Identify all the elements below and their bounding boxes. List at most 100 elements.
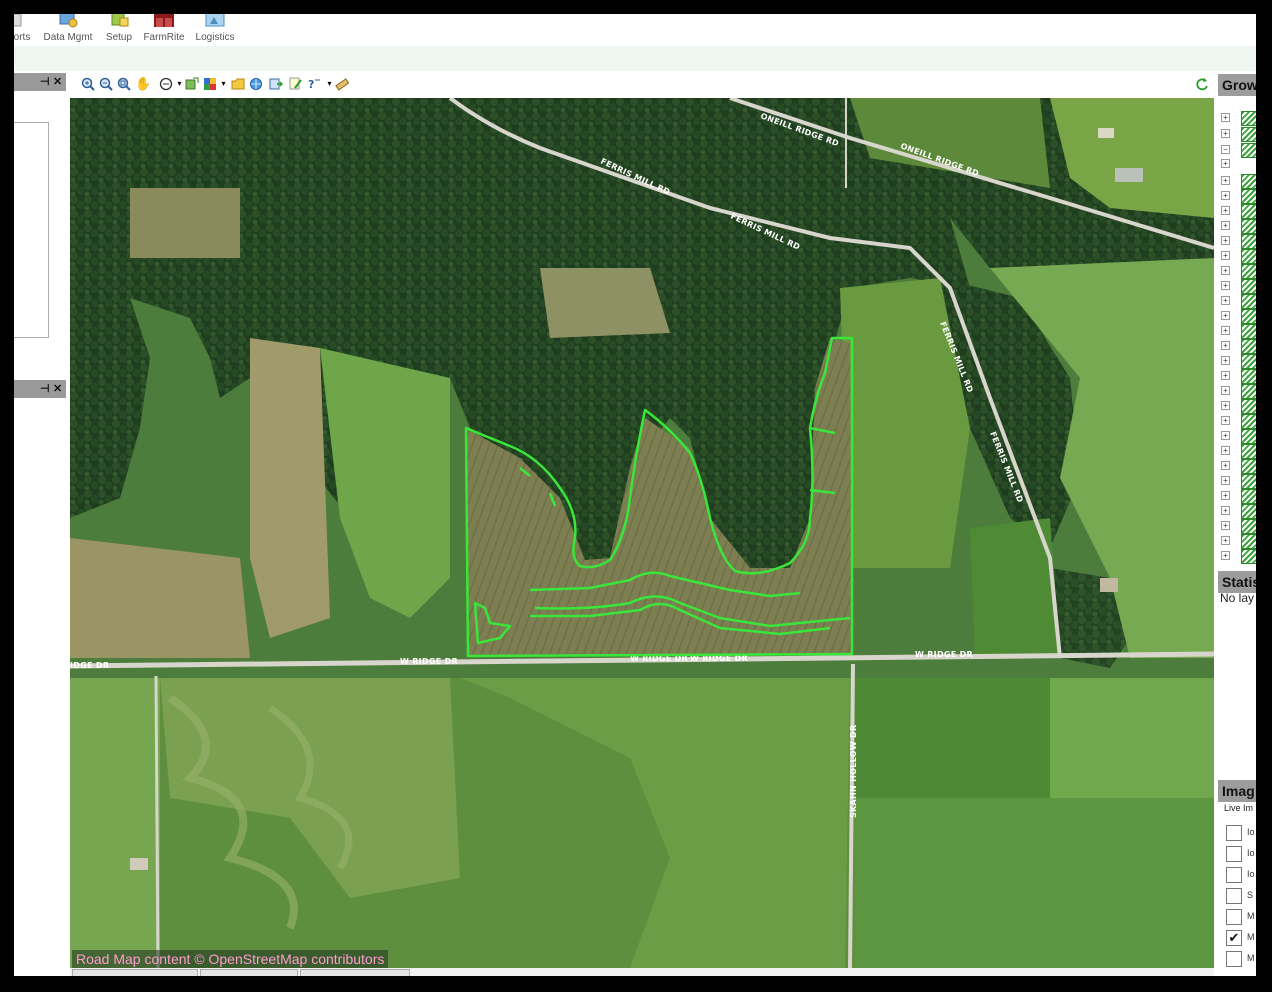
ribbon-farmrite-button[interactable]: FarmRite bbox=[142, 14, 186, 46]
globe-icon[interactable] bbox=[248, 76, 263, 91]
tree-row[interactable]: + bbox=[1221, 174, 1256, 189]
ribbon-data-mgmt-button[interactable]: Data Mgmt bbox=[40, 14, 96, 46]
tree-row[interactable]: − bbox=[1221, 143, 1256, 158]
imagery-layer-checkbox[interactable] bbox=[1226, 909, 1242, 925]
tree-row[interactable]: + bbox=[1221, 339, 1256, 354]
pin-icon[interactable]: ⊣ bbox=[40, 382, 50, 395]
tree-row[interactable]: + bbox=[1221, 534, 1256, 549]
bottom-tab[interactable] bbox=[72, 969, 198, 976]
expand-icon[interactable]: + bbox=[1221, 476, 1230, 485]
zoom-extent-icon[interactable] bbox=[116, 76, 131, 91]
export-icon[interactable] bbox=[268, 76, 283, 91]
expand-icon[interactable]: + bbox=[1221, 431, 1230, 440]
ribbon-logistics-button[interactable]: Logistics bbox=[192, 14, 238, 46]
tree-row[interactable]: + bbox=[1221, 414, 1256, 429]
growers-panel-header[interactable]: Grow bbox=[1218, 74, 1256, 96]
edit-icon[interactable] bbox=[288, 76, 303, 91]
tree-row[interactable]: + bbox=[1221, 157, 1256, 171]
imagery-layer-checkbox[interactable] bbox=[1226, 846, 1242, 862]
tree-row[interactable]: + bbox=[1221, 549, 1256, 564]
expand-icon[interactable]: + bbox=[1221, 251, 1230, 260]
tree-row[interactable]: + bbox=[1221, 204, 1256, 219]
expand-icon[interactable]: + bbox=[1221, 176, 1230, 185]
bottom-tab[interactable] bbox=[300, 969, 410, 976]
status-panel-header[interactable]: Statis bbox=[1218, 571, 1256, 593]
expand-icon[interactable]: + bbox=[1221, 296, 1230, 305]
open-folder-icon[interactable] bbox=[230, 76, 245, 91]
tree-row[interactable]: + bbox=[1221, 189, 1256, 204]
expand-icon[interactable]: + bbox=[1221, 446, 1230, 455]
expand-icon[interactable]: + bbox=[1221, 401, 1230, 410]
imagery-layer-checkbox[interactable] bbox=[1226, 825, 1242, 841]
close-icon[interactable]: ✕ bbox=[53, 382, 62, 395]
tree-row[interactable]: + bbox=[1221, 474, 1256, 489]
imagery-layer-checkbox[interactable] bbox=[1226, 888, 1242, 904]
expand-icon[interactable]: + bbox=[1221, 159, 1230, 168]
close-icon[interactable]: ✕ bbox=[53, 75, 62, 88]
tree-row[interactable]: + bbox=[1221, 264, 1256, 279]
expand-icon[interactable]: + bbox=[1221, 551, 1230, 560]
expand-icon[interactable]: + bbox=[1221, 521, 1230, 530]
measure-icon[interactable] bbox=[334, 76, 349, 91]
tree-row[interactable]: + bbox=[1221, 354, 1256, 369]
expand-icon[interactable]: + bbox=[1221, 311, 1230, 320]
refresh-icon[interactable] bbox=[1194, 76, 1209, 91]
tree-row[interactable]: + bbox=[1221, 504, 1256, 519]
pan-hand-icon[interactable]: ✋ bbox=[135, 76, 151, 91]
layer-style-icon[interactable] bbox=[202, 76, 217, 91]
expand-icon[interactable]: + bbox=[1221, 536, 1230, 545]
map-attribution[interactable]: Road Map content © OpenStreetMap contrib… bbox=[72, 950, 389, 968]
tree-row[interactable]: + bbox=[1221, 399, 1256, 414]
expand-icon[interactable]: + bbox=[1221, 281, 1230, 290]
add-layer-icon[interactable] bbox=[184, 76, 199, 91]
expand-icon[interactable]: + bbox=[1221, 221, 1230, 230]
pin-icon[interactable]: ⊣ bbox=[40, 75, 50, 88]
tree-row[interactable]: + bbox=[1221, 429, 1256, 444]
map-canvas[interactable]: ONEILL RIDGE RD ONEILL RIDGE RD FERRIS M… bbox=[70, 98, 1214, 968]
bottom-tab[interactable] bbox=[200, 969, 298, 976]
collapse-icon[interactable]: − bbox=[1221, 145, 1230, 154]
tree-row[interactable]: + bbox=[1221, 279, 1256, 294]
tree-row[interactable]: + bbox=[1221, 219, 1256, 234]
expand-icon[interactable]: + bbox=[1221, 266, 1230, 275]
tree-row[interactable]: + bbox=[1221, 111, 1256, 126]
tree-row[interactable]: + bbox=[1221, 234, 1256, 249]
satellite-map[interactable]: ONEILL RIDGE RD ONEILL RIDGE RD FERRIS M… bbox=[70, 98, 1214, 968]
imagery-layer-checkbox[interactable] bbox=[1226, 867, 1242, 883]
expand-icon[interactable]: + bbox=[1221, 206, 1230, 215]
expand-icon[interactable]: + bbox=[1221, 129, 1230, 138]
zoom-in-icon[interactable] bbox=[80, 76, 95, 91]
expand-icon[interactable]: + bbox=[1221, 461, 1230, 470]
imagery-panel-header[interactable]: Imag bbox=[1218, 780, 1256, 802]
tree-row[interactable]: + bbox=[1221, 127, 1256, 142]
expand-icon[interactable]: + bbox=[1221, 113, 1230, 122]
tree-row[interactable]: + bbox=[1221, 519, 1256, 534]
tree-row[interactable]: + bbox=[1221, 309, 1256, 324]
tree-row[interactable]: + bbox=[1221, 489, 1256, 504]
tree-row[interactable]: + bbox=[1221, 294, 1256, 309]
expand-icon[interactable]: + bbox=[1221, 356, 1230, 365]
ribbon-reports-button[interactable]: orts bbox=[14, 14, 34, 46]
tree-row[interactable]: + bbox=[1221, 249, 1256, 264]
tree-row[interactable]: + bbox=[1221, 459, 1256, 474]
expand-icon[interactable]: + bbox=[1221, 506, 1230, 515]
expand-icon[interactable]: + bbox=[1221, 416, 1230, 425]
imagery-layer-checkbox[interactable]: ✔ bbox=[1226, 930, 1242, 946]
tree-row[interactable]: + bbox=[1221, 324, 1256, 339]
tree-row[interactable]: + bbox=[1221, 384, 1256, 399]
expand-icon[interactable]: + bbox=[1221, 341, 1230, 350]
layer-dropdown-icon[interactable]: ▾ bbox=[216, 76, 231, 91]
imagery-layer-checkbox[interactable] bbox=[1226, 951, 1242, 967]
expand-icon[interactable]: + bbox=[1221, 191, 1230, 200]
expand-icon[interactable]: + bbox=[1221, 326, 1230, 335]
expand-icon[interactable]: + bbox=[1221, 386, 1230, 395]
select-icon[interactable] bbox=[158, 76, 173, 91]
expand-icon[interactable]: + bbox=[1221, 491, 1230, 500]
tree-row[interactable]: + bbox=[1221, 444, 1256, 459]
zoom-out-icon[interactable] bbox=[98, 76, 113, 91]
ribbon-setup-button[interactable]: Setup bbox=[102, 14, 136, 46]
expand-icon[interactable]: + bbox=[1221, 371, 1230, 380]
tree-row[interactable]: + bbox=[1221, 369, 1256, 384]
expand-icon[interactable]: + bbox=[1221, 236, 1230, 245]
query-icon[interactable]: ? bbox=[306, 76, 321, 91]
